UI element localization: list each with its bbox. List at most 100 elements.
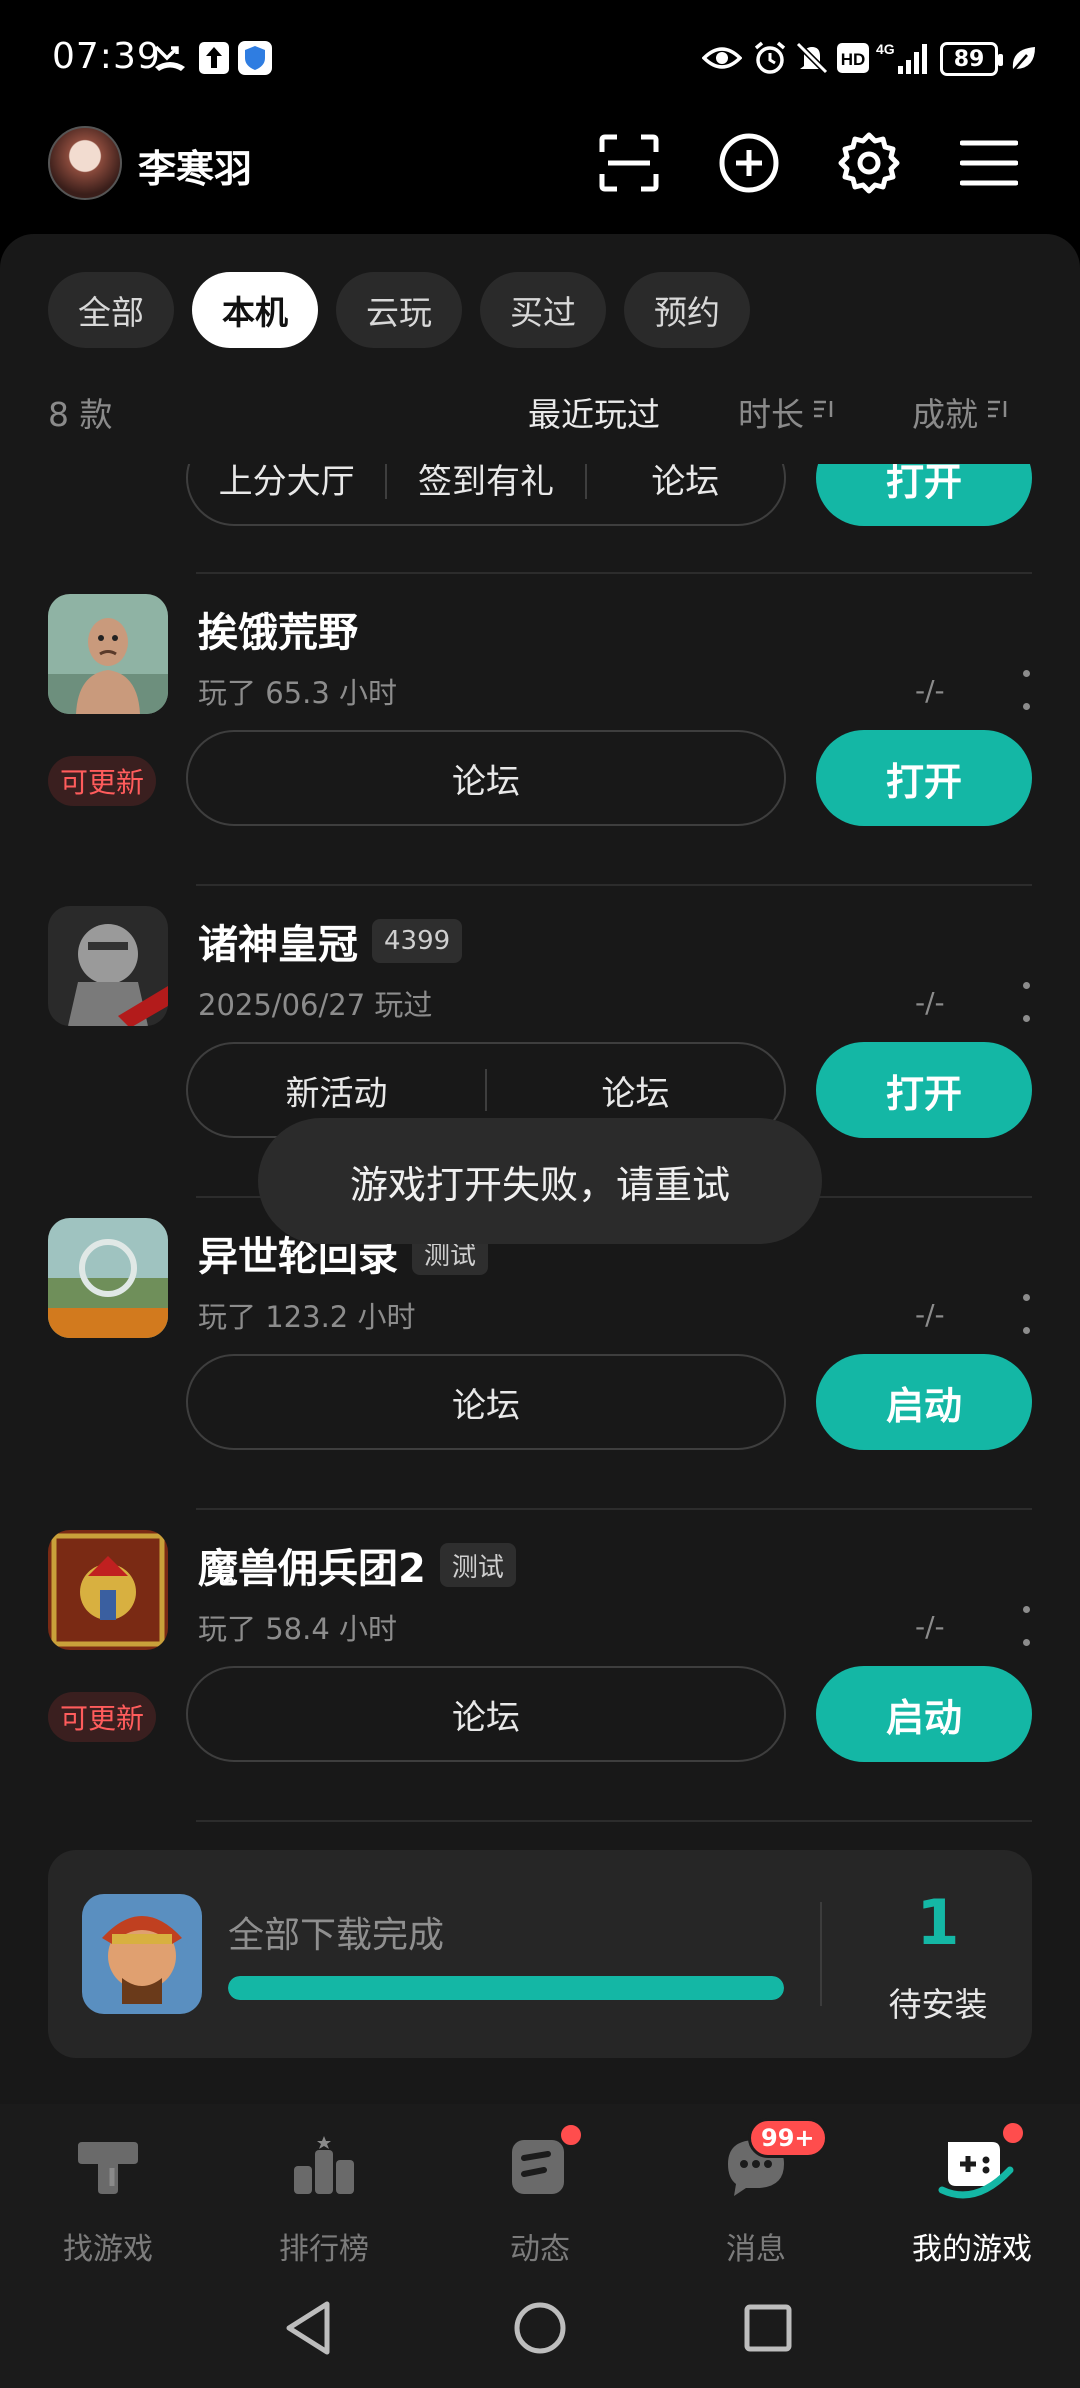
open-button[interactable]: 打开 <box>816 464 1032 526</box>
my-games-screen: 07:39 HD 4G 89 李寒羽 全部 本机 云玩 买过 预约 8 款 最近… <box>0 0 1080 2388</box>
more-options-icon[interactable] <box>1020 982 1032 1022</box>
sort-row: 8 款 最近玩过 时长 成就 <box>48 380 1032 440</box>
download-status-card[interactable]: 全部下载完成 1 待安装 <box>48 1850 1032 2058</box>
game-name: 挨饿荒野 <box>198 610 358 656</box>
more-options-icon[interactable] <box>1020 670 1032 710</box>
more-options-icon[interactable] <box>1020 1606 1032 1646</box>
game-icon-otherworld-reincarnation <box>48 1218 168 1338</box>
more-options-icon[interactable] <box>1020 1294 1032 1334</box>
game-links-pill: 论坛 <box>186 1354 786 1450</box>
add-icon[interactable] <box>716 130 782 196</box>
divider <box>196 1820 1032 1822</box>
bottom-navigation: 找游戏 排行榜 动态 99+ 消息 我的游戏 <box>0 2104 1080 2274</box>
launch-button[interactable]: 启动 <box>816 1354 1032 1450</box>
hd-icon: HD <box>836 40 870 76</box>
nav-ranking[interactable]: 排行榜 <box>216 2124 432 2274</box>
ranking-icon <box>288 2130 360 2202</box>
error-toast: 游戏打开失败，请重试 <box>258 1118 822 1244</box>
filter-chip-local[interactable]: 本机 <box>192 272 318 348</box>
game-links-pill: 论坛 <box>186 1666 786 1762</box>
open-button[interactable]: 打开 <box>816 730 1032 826</box>
play-time: 玩了 58.4 小时 <box>198 1612 398 1646</box>
update-available-badge[interactable]: 可更新 <box>48 1692 157 1742</box>
divider <box>820 1902 822 2006</box>
recents-icon[interactable] <box>738 2298 798 2358</box>
sort-duration[interactable]: 时长 <box>738 388 836 436</box>
missed-call-icon <box>152 40 188 76</box>
find-games-icon <box>72 2130 144 2202</box>
sort-recent[interactable]: 最近玩过 <box>528 388 660 436</box>
link-new-event[interactable]: 新活动 <box>188 1066 485 1115</box>
filter-chips: 全部 本机 云玩 买过 预约 <box>48 272 750 348</box>
game-links-pill: 上分大厅 签到有礼 论坛 <box>186 464 786 526</box>
download-progress-fill <box>228 1976 784 2000</box>
game-item[interactable]: 挨饿荒野 玩了 65.3 小时 -/- 可更新 论坛 打开 <box>0 574 1080 886</box>
game-item[interactable]: 异世轮回录 测试 玩了 123.2 小时 -/- 论坛 启动 <box>0 1198 1080 1510</box>
update-available-badge[interactable]: 可更新 <box>48 756 157 806</box>
nav-feed[interactable]: 动态 <box>432 2122 648 2274</box>
link-ranked-lobby[interactable]: 上分大厅 <box>188 464 385 503</box>
achievement-score: -/- <box>915 674 945 707</box>
filter-chip-reserved[interactable]: 预约 <box>624 272 750 348</box>
link-forum[interactable]: 论坛 <box>487 1066 784 1115</box>
nav-messages[interactable]: 99+ 消息 <box>648 2118 864 2274</box>
back-icon[interactable] <box>278 2298 338 2358</box>
mute-icon <box>794 40 830 76</box>
game-title-row: 挨饿荒野 <box>198 600 358 658</box>
filter-chip-all[interactable]: 全部 <box>48 272 174 348</box>
download-game-icon <box>82 1894 202 2014</box>
nav-label: 找游戏 <box>63 2232 153 2267</box>
sort-achievements-label: 成就 <box>912 395 978 434</box>
signal-icon: 4G <box>876 40 928 76</box>
my-games-icon <box>936 2130 1014 2202</box>
unread-dot <box>1000 2120 1026 2146</box>
open-button[interactable]: 打开 <box>816 1042 1032 1138</box>
sort-duration-label: 时长 <box>738 395 804 434</box>
alarm-icon <box>752 40 788 76</box>
pending-install-label[interactable]: 待安装 <box>868 1978 1008 2026</box>
link-forum[interactable]: 论坛 <box>188 1378 784 1427</box>
filter-chip-cloud[interactable]: 云玩 <box>336 272 462 348</box>
link-forum[interactable]: 论坛 <box>188 754 784 803</box>
sort-achievements[interactable]: 成就 <box>912 388 1010 436</box>
sort-recent-label: 最近玩过 <box>528 395 660 434</box>
link-sign-in-reward[interactable]: 签到有礼 <box>387 464 584 503</box>
game-count: 8 款 <box>48 395 113 434</box>
download-progress-bar <box>228 1976 784 2000</box>
game-links-pill: 论坛 <box>186 730 786 826</box>
upload-notification-icon <box>197 40 231 76</box>
status-bar: 07:39 HD 4G 89 <box>0 0 1080 120</box>
avatar[interactable] <box>48 126 122 200</box>
nav-label: 排行榜 <box>279 2232 369 2267</box>
battery-indicator: 89 <box>940 42 1003 76</box>
game-icon-crown-of-gods <box>48 906 168 1026</box>
system-navigation-bar <box>0 2274 1080 2388</box>
svg-text:HD: HD <box>841 50 866 69</box>
unread-dot <box>558 2122 584 2148</box>
settings-gear-icon[interactable] <box>836 130 902 196</box>
sort-order-icon <box>812 397 836 428</box>
scan-icon[interactable] <box>596 130 662 196</box>
launch-button[interactable]: 启动 <box>816 1666 1032 1762</box>
achievement-score: -/- <box>915 1298 945 1331</box>
game-title-row: 魔兽佣兵团2 测试 <box>198 1536 516 1594</box>
leaf-icon <box>1008 40 1038 76</box>
last-played: 2025/06/27 玩过 <box>198 988 433 1022</box>
link-forum[interactable]: 论坛 <box>587 464 784 503</box>
message-count-badge: 99+ <box>748 2118 828 2158</box>
nav-find-games[interactable]: 找游戏 <box>0 2124 216 2274</box>
platform-tag: 4399 <box>372 919 463 963</box>
game-icon-warcraft-mercenaries-2 <box>48 1530 168 1650</box>
link-forum[interactable]: 论坛 <box>188 1690 784 1739</box>
eye-icon <box>702 40 742 76</box>
home-icon[interactable] <box>510 2298 570 2358</box>
username[interactable]: 李寒羽 <box>138 138 252 193</box>
nav-label: 动态 <box>510 2232 570 2267</box>
nav-my-games[interactable]: 我的游戏 <box>864 2120 1080 2274</box>
game-icon-starving-wild <box>48 594 168 714</box>
svg-text:4G: 4G <box>876 41 895 57</box>
pending-install-count[interactable]: 1 <box>868 1886 1008 1959</box>
filter-chip-purchased[interactable]: 买过 <box>480 272 606 348</box>
menu-icon[interactable] <box>956 130 1022 196</box>
game-item[interactable]: 魔兽佣兵团2 测试 玩了 58.4 小时 -/- 可更新 论坛 启动 <box>0 1510 1080 1822</box>
